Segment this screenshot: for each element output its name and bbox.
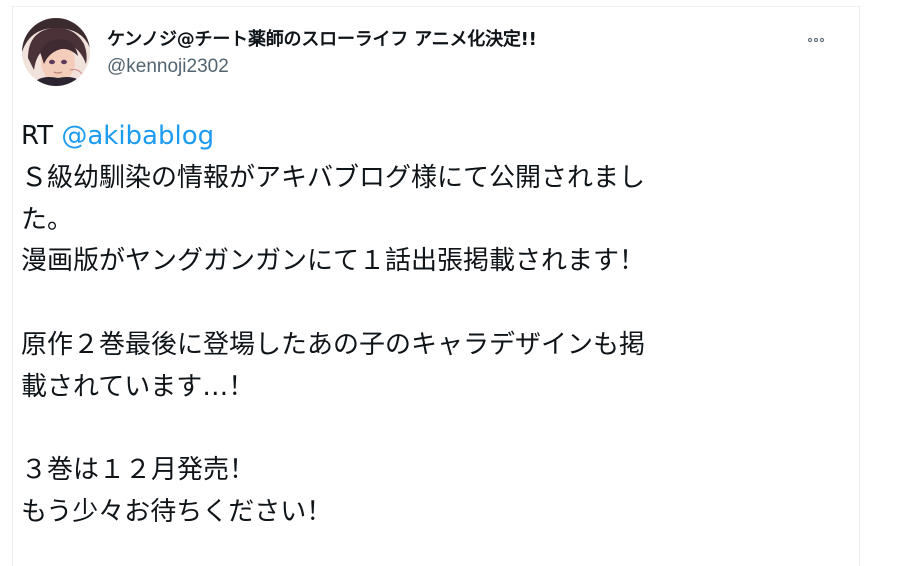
rt-prefix: RT <box>21 121 62 151</box>
tweet-text-line-rt: RT @akibablog <box>21 116 821 158</box>
more-horizontal-icon <box>807 38 812 42</box>
tweet-text-line: ３巻は１２月発売！ <box>21 455 256 486</box>
user-avatar-icon <box>22 18 90 86</box>
author-avatar[interactable] <box>22 18 90 86</box>
mention-link[interactable]: @akibablog <box>61 121 214 151</box>
more-horizontal-icon-dot <box>820 38 825 42</box>
tweet-text-line: 漫画版がヤングガンガンにて１話出張掲載されます！ <box>21 246 646 277</box>
tweet-text-line: Ｓ級幼馴染の情報がアキバブログ様にて公開されまし <box>21 162 646 193</box>
page-gutter <box>862 0 900 552</box>
author-display-name[interactable]: ケンノジ@チート薬師のスローライフ アニメ化決定!! <box>107 25 537 51</box>
author-handle[interactable]: @kennoji2302 <box>107 56 229 78</box>
tweet-text-blank-line <box>21 409 821 451</box>
more-horizontal-icon-dot <box>814 38 818 42</box>
more-options-button[interactable] <box>800 26 832 54</box>
author-name-row[interactable]: ケンノジ@チート薬師のスローライフ アニメ化決定!! <box>107 26 537 50</box>
tweet-text-line: た。 <box>21 204 74 235</box>
tweet-text-blank-line <box>21 283 821 325</box>
tweet-text-line: もう少々お待ちください！ <box>21 497 333 528</box>
tweet-text-line: 原作２巻最後に登場したあの子のキャラデザインも掲 <box>21 329 646 360</box>
tweet-text-line: 載されています…！ <box>21 371 255 402</box>
tweet-text: RT @akibablog Ｓ級幼馴染の情報がアキバブログ様にて公開されまし た… <box>21 116 821 534</box>
